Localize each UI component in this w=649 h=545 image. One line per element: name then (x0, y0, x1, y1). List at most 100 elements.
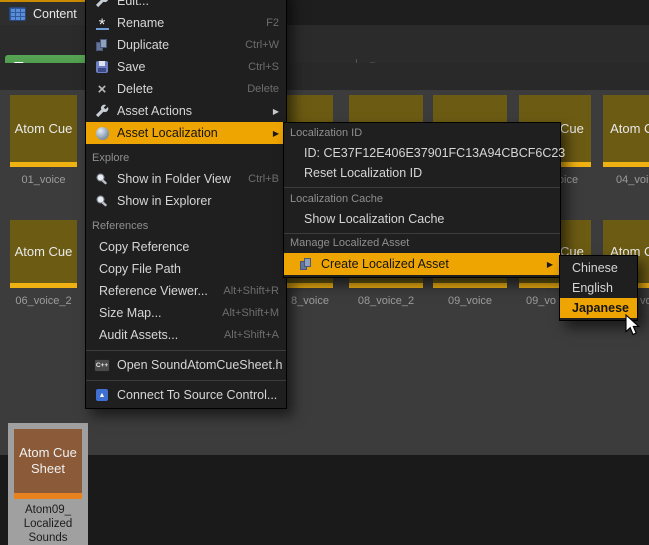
menu-item-label: Show in Explorer (117, 194, 212, 208)
menu-item-label: Chinese (572, 261, 618, 275)
asset-tile-selected[interactable]: Atom Cue Sheet Atom09_ Localized Sounds (8, 423, 88, 545)
menu-item-reference-viewer[interactable]: Reference Viewer... Alt+Shift+R (86, 280, 286, 302)
asset-tile[interactable]: Atom Cue04_voic (603, 95, 649, 167)
asset-type-color-bar (14, 493, 82, 499)
cpp-icon: C++ (94, 359, 110, 372)
save-icon (94, 61, 110, 73)
rename-icon: * (94, 16, 110, 30)
asset-type-color-bar (433, 283, 507, 288)
menu-item-copy-reference[interactable]: Copy Reference (86, 236, 286, 258)
magnifier-icon (94, 172, 110, 186)
asset-tile-label: 08_voice_2 (349, 295, 423, 307)
context-menu: Edit...*RenameF2DuplicateCtrl+WSaveCtrl+… (85, 0, 287, 409)
menu-item-edit[interactable]: Edit... (86, 0, 286, 12)
mouse-cursor (625, 314, 642, 342)
menu-item-asset-localization[interactable]: Asset Localization ▶ (86, 122, 286, 144)
menu-item-connect-to-source-control[interactable]: ▲ Connect To Source Control... (86, 384, 286, 406)
menu-separator (284, 229, 560, 237)
menu-item-english[interactable]: English (560, 278, 637, 298)
menu-item-label: English (572, 281, 613, 295)
delete-icon: × (94, 82, 110, 97)
menu-item-duplicate[interactable]: Duplicate Ctrl+W (86, 34, 286, 56)
tab-label: Content (33, 7, 77, 21)
menu-separator (86, 376, 286, 384)
menu-item-size-map[interactable]: Size Map...Alt+Shift+M (86, 302, 286, 324)
menu-item-label: Reset Localization ID (304, 166, 422, 180)
menu-item-label: Rename (117, 16, 164, 30)
content-grid-icon (9, 7, 26, 21)
menu-item-reset-localization-id[interactable]: Reset Localization ID (284, 163, 560, 183)
wrench-icon (94, 0, 110, 8)
menu-item-label: Show Localization Cache (304, 212, 444, 226)
asset-thumbnail: Atom Cue Sheet (14, 429, 82, 493)
asset-type-color-bar (10, 162, 77, 167)
menu-item-label: Size Map... (99, 306, 162, 320)
menu-item-id-ce37f12e406e37901fc13a94cbcf6c23[interactable]: ID: CE37F12E406E37901FC13A94CBCF6C23 (284, 143, 560, 163)
unreal-content-browser: { "tab_bar": { "tab": { "label": "Conten… (0, 0, 649, 455)
menu-item-label: Copy File Path (99, 262, 181, 276)
asset-tile[interactable]: Atom Cue01_voice (10, 95, 77, 167)
asset-thumbnail-text: Atom Cue (15, 244, 73, 259)
menu-item-show-localization-cache[interactable]: Show Localization Cache (284, 209, 560, 229)
submenu-arrow-icon: ▶ (265, 107, 279, 116)
asset-type-color-bar (603, 162, 649, 167)
asset-tile-label: 06_voice_2 (10, 295, 77, 307)
pages-icon (94, 39, 110, 52)
shortcut-label: F2 (256, 17, 279, 29)
menu-item-label: Reference Viewer... (99, 284, 208, 298)
globe-icon (94, 127, 110, 140)
asset-localization-submenu: Localization IDID: CE37F12E406E37901FC13… (283, 122, 561, 278)
menu-item-label: Japanese (572, 301, 629, 315)
menu-item-show-in-folder-view[interactable]: Show in Folder View Ctrl+B (86, 168, 286, 190)
tab-content[interactable]: Content (0, 0, 88, 25)
shortcut-label: Ctrl+B (238, 173, 279, 185)
menu-item-label: Asset Localization (117, 126, 218, 140)
pages-icon (298, 258, 314, 271)
asset-thumbnail-text: Atom Cue (610, 121, 649, 136)
asset-tile[interactable]: Atom Cue06_voice_2 (10, 220, 77, 288)
shortcut-label: Delete (237, 83, 279, 95)
asset-tile-label: 01_voice (10, 174, 77, 186)
magnifier-icon (94, 194, 110, 208)
menu-item-show-in-explorer[interactable]: Show in Explorer (86, 190, 286, 212)
menu-item-copy-file-path[interactable]: Copy File Path (86, 258, 286, 280)
menu-item-label: Edit... (117, 0, 149, 8)
menu-separator (284, 183, 560, 191)
submenu-arrow-icon: ▶ (265, 129, 279, 138)
menu-item-label: Create Localized Asset (321, 257, 449, 271)
menu-item-rename[interactable]: * Rename F2 (86, 12, 286, 34)
menu-item-save[interactable]: SaveCtrl+S (86, 56, 286, 78)
menu-section-manage-localized-asset: Manage Localized Asset (284, 237, 560, 253)
menu-item-create-localized-asset[interactable]: Create Localized Asset ▶ (284, 253, 560, 275)
asset-tile-label: Atom09_ Localized Sounds (8, 503, 88, 545)
menu-section-localization-cache: Localization Cache (284, 191, 560, 209)
menu-item-audit-assets[interactable]: Audit Assets... Alt+Shift+A (86, 324, 286, 346)
menu-section-references: References (86, 212, 286, 236)
menu-item-label: Open SoundAtomCueSheet.h (117, 358, 282, 372)
menu-item-label: Audit Assets... (99, 328, 178, 342)
shortcut-label: Ctrl+W (235, 39, 279, 51)
asset-thumbnail-text: Atom Cue (15, 121, 73, 136)
shortcut-label: Alt+Shift+R (213, 285, 279, 297)
menu-item-label: Asset Actions (117, 104, 192, 118)
submenu-arrow-icon: ▶ (539, 260, 553, 269)
menu-section-explore: Explore (86, 144, 286, 168)
create-localized-asset-submenu: Chinese English Japanese (559, 255, 638, 321)
asset-tile-label: 04_voic (599, 174, 649, 186)
asset-type-color-bar (349, 283, 423, 288)
menu-item-label: Show in Folder View (117, 172, 231, 186)
menu-item-delete[interactable]: × Delete Delete (86, 78, 286, 100)
menu-item-label: ID: CE37F12E406E37901FC13A94CBCF6C23 (304, 146, 565, 160)
asset-tile-label: 09_voice (433, 295, 507, 307)
menu-item-label: Connect To Source Control... (117, 388, 277, 402)
menu-item-chinese[interactable]: Chinese (560, 258, 637, 278)
menu-item-asset-actions[interactable]: Asset Actions ▶ (86, 100, 286, 122)
menu-item-label: Duplicate (117, 38, 169, 52)
menu-item-open-soundatomcuesheet-h[interactable]: C++ Open SoundAtomCueSheet.h (86, 354, 286, 376)
menu-item-label: Copy Reference (99, 240, 189, 254)
source-control-icon: ▲ (94, 389, 110, 401)
menu-item-label: Delete (117, 82, 153, 96)
asset-type-color-bar (10, 283, 77, 288)
menu-item-label: Save (117, 60, 146, 74)
shortcut-label: Alt+Shift+A (214, 329, 279, 341)
